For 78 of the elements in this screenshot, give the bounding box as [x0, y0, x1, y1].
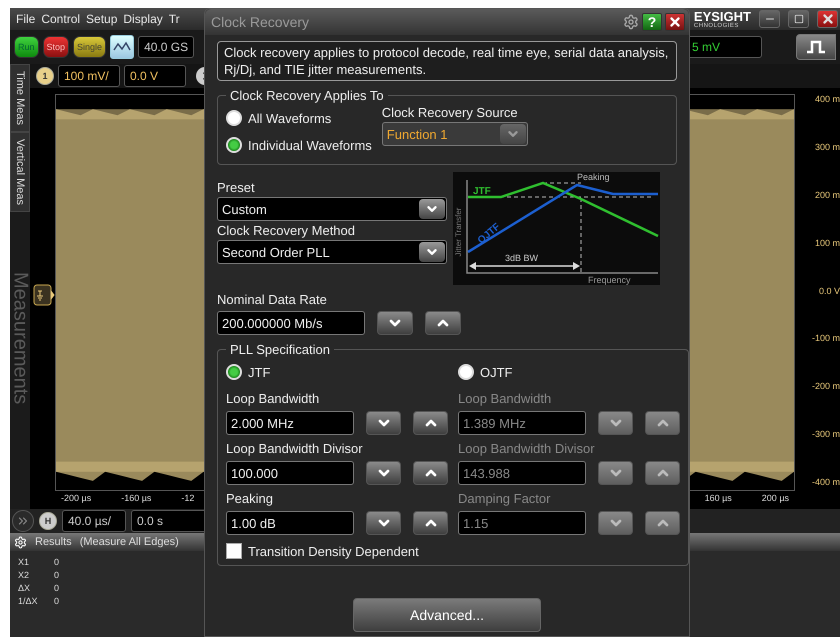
description-text: Clock recovery applies to protocol decode, real time eye, serial data analysis, Rj/Dj, and TIE jitter measurements.	[217, 41, 677, 81]
menu-item[interactable]: Display	[123, 12, 163, 26]
radio-option[interactable]: Individual Waveforms	[226, 132, 372, 158]
result-name: X2	[18, 570, 30, 580]
channel-badge[interactable]: 1	[36, 67, 54, 85]
field-label: Preset	[217, 180, 256, 195]
logo-text: EYSIGHT	[694, 10, 751, 22]
axis-tick-label: 300 m	[814, 142, 840, 152]
field-label: Clock Recovery Source	[382, 105, 519, 120]
axis-tick-label: -200 µs	[61, 493, 92, 505]
channel-scale-field[interactable]: 100 mV/	[58, 65, 120, 87]
value-field[interactable]: 2.000 MHz	[226, 411, 354, 435]
menu-item[interactable]: Setup	[86, 12, 118, 26]
field-label: Loop Bandwidth Divisor	[458, 441, 596, 456]
axis-label: Frequency	[588, 275, 631, 285]
axis-tick-label: -12	[181, 493, 194, 505]
side-tab[interactable]: Time Meas	[10, 64, 30, 132]
field-label: Loop Bandwidth Divisor	[226, 441, 364, 456]
acquisition-button[interactable]: Stop	[42, 36, 70, 58]
axis-tick-label: 400 m	[814, 94, 840, 104]
value-field[interactable]: 100.000	[226, 461, 354, 485]
menu-item[interactable]: File	[16, 12, 36, 26]
axis-tick-label: -160 µs	[121, 493, 152, 505]
axis-tick-label: -400 m	[810, 477, 840, 487]
preset-dropdown[interactable]: Custom	[217, 197, 447, 221]
result-value: 0	[54, 557, 60, 567]
radio-label: OJTF	[480, 364, 512, 380]
result-name: ΔX	[18, 583, 32, 593]
sample-rate-field: 40.0 GS	[138, 36, 194, 58]
channel-offset-field[interactable]: 0.0 V	[124, 65, 186, 87]
time-scale-field[interactable]: 40.0 µs/	[62, 510, 126, 532]
field-label: Loop Bandwidth	[226, 391, 320, 406]
peaking-label: Peaking	[577, 172, 610, 182]
results-title: Results	[35, 536, 72, 548]
acquisition-button[interactable]: Single	[73, 36, 106, 58]
method-dropdown[interactable]: Second Order PLL	[217, 240, 447, 264]
field-label: Clock Recovery Method	[217, 223, 356, 238]
field-label: Damping Factor	[458, 491, 552, 506]
field-label: Nominal Data Rate	[217, 292, 328, 307]
axis-tick-label: -300 m	[810, 429, 840, 440]
checkbox-option[interactable]: Transition Density Dependent	[226, 543, 680, 559]
axis-tick-label: -200 m	[810, 381, 840, 392]
menu-item[interactable]: Control	[41, 12, 80, 26]
group-title: Clock Recovery Applies To	[229, 88, 385, 103]
radio-option[interactable]: All Waveforms	[226, 105, 372, 131]
result-value: 0	[54, 570, 60, 580]
axis-label: Jitter Transfer	[454, 208, 463, 256]
horizontal-badge[interactable]: H	[39, 512, 57, 530]
result-value: 0	[54, 583, 60, 593]
bandwidth-label: 3dB BW	[505, 253, 538, 263]
results-subtitle: (Measure All Edges)	[80, 536, 179, 548]
panel-title: Measurements	[10, 272, 32, 404]
axis-tick-label: 160 µs	[704, 493, 732, 505]
radio-label: All Waveforms	[248, 110, 332, 126]
field-label: Loop Bandwidth	[458, 391, 552, 406]
help-button[interactable]: ?	[642, 13, 662, 31]
axis-tick-label: -100 m	[810, 333, 840, 344]
radio-option[interactable]: JTF	[226, 359, 448, 385]
radio-label: Individual Waveforms	[248, 138, 372, 152]
advanced-button[interactable]: Advanced...	[353, 598, 541, 632]
dialog-title: Clock Recovery	[211, 14, 310, 30]
axis-tick-label: 200 µs	[762, 493, 789, 505]
radio-label: JTF	[248, 364, 270, 380]
axis-tick-label: 200 m	[814, 190, 840, 200]
result-value: 0	[54, 596, 60, 606]
side-tab[interactable]: Vertical Meas	[10, 132, 30, 212]
data-rate-field[interactable]: 200.000000 Mb/s	[217, 311, 365, 335]
curve-label: JTF	[473, 186, 491, 197]
checkbox-label: Transition Density Dependent	[248, 544, 419, 558]
source-dropdown[interactable]: Function 1	[382, 122, 528, 146]
menu-item[interactable]: Tr	[168, 12, 180, 26]
field-label: Peaking	[226, 491, 274, 506]
result-name: 1/ΔX	[18, 596, 39, 606]
axis-tick-label: 100 m	[814, 238, 840, 248]
result-name: X1	[18, 557, 30, 567]
group-title: PLL Specification	[229, 342, 331, 357]
axis-tick-label: 0.0 V	[818, 286, 840, 296]
value-field[interactable]: 1.00 dB	[226, 511, 354, 535]
